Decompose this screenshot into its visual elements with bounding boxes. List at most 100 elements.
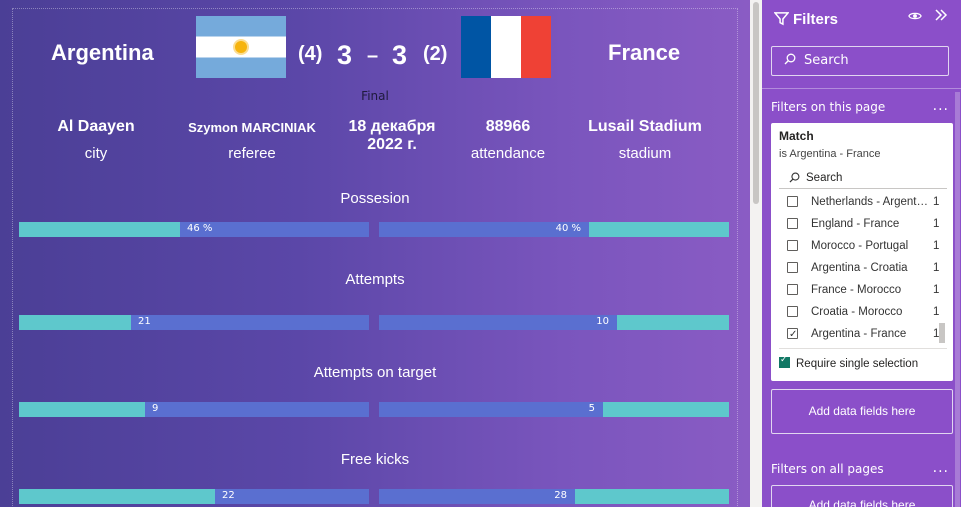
filters-on-all-pages-label: Filters on all pages [771,462,884,476]
away-stat-bar: 40 % [379,222,729,237]
stat-title: Attempts on target [313,364,437,381]
checkbox-checked[interactable] [787,325,798,345]
filter-option[interactable]: Argentina - Croatia 1 [779,258,939,278]
away-stat-fill [575,489,729,504]
filter-option[interactable]: England - France 1 [779,214,939,234]
filter-option[interactable]: Morocco - Portugal 1 [779,236,939,256]
home-penalties: (4) [298,43,323,65]
filters-title: Filters [793,11,839,28]
search-icon [784,53,796,65]
score-dash: – [367,45,379,67]
away-stat-bar: 10 [379,315,729,330]
report-canvas: Argentina (4) 3 – 3 (2) France Final Al … [0,0,750,507]
filter-option-count: 1 [933,218,940,230]
checkbox[interactable] [787,262,798,273]
home-stat-fill [19,402,145,417]
home-score: 3 [337,40,353,70]
info-value: 88966 [485,118,531,135]
info-stadium: Lusail Stadium stadium [580,118,710,162]
away-score: 3 [392,40,408,70]
filter-option-label: Argentina - Croatia [811,262,908,274]
more-options-icon[interactable]: ... [933,460,949,476]
pane-scrollbar[interactable] [955,92,960,507]
filter-option-label: Croatia - Morocco [811,306,903,318]
filter-option-label: England - France [811,218,900,230]
divider [779,348,947,349]
stat-title: Possesion [340,190,410,207]
filter-option-label: Argentina - France [811,328,907,340]
away-stat-fill [589,222,729,237]
filter-option-count: 1 [933,240,940,252]
away-stat-value: 40 % [555,223,581,234]
away-stat-bar: 5 [379,402,729,417]
filters-on-this-page-label: Filters on this page [771,100,886,114]
collapse-icon[interactable] [934,8,948,26]
filters-search-input[interactable]: Search [771,46,949,76]
away-stat-value: 28 [554,490,567,501]
report-scrollbar[interactable] [750,0,762,507]
filter-option[interactable]: France - Morocco 1 [779,280,939,300]
filter-option[interactable]: Netherlands - Argentina 1 [779,192,939,212]
info-label: referee [228,145,276,162]
home-stat-value: 21 [138,316,151,327]
filters-pane: Filters Search Filters on this page ... … [762,0,961,507]
divider [762,88,961,89]
france-flag [461,16,551,78]
away-stat-value: 10 [596,316,609,327]
away-stat-fill [603,402,729,417]
filter-option-label: France - Morocco [811,284,902,296]
info-value: 18 декабря 2022 г. [348,118,436,153]
more-options-icon[interactable]: ... [933,98,949,114]
info-referee: Szymon MARCINIAK referee [176,118,328,162]
filter-option-count: 1 [933,262,940,274]
search-icon [789,172,800,183]
stat-title: Attempts [345,271,405,288]
home-stat-value: 9 [152,403,159,414]
scrollbar-thumb[interactable] [753,2,759,204]
info-attendance: 88966 attendance [458,118,558,162]
filter-card-subtitle: is Argentina - France [779,148,881,160]
filter-option-count: 1 [933,306,940,318]
home-stat-bar: 21 [19,315,369,330]
home-stat-fill [19,315,131,330]
filter-card-search-placeholder: Search [806,172,843,184]
list-scrollbar[interactable] [939,323,945,343]
require-single-label: Require single selection [796,358,919,370]
info-label: stadium [618,145,672,162]
info-city: Al Daayen city [40,118,152,162]
filters-header: Filters [773,11,839,28]
away-penalties: (2) [423,43,448,65]
checkbox[interactable] [787,218,798,229]
filter-option-count: 1 [933,284,940,296]
info-value: Szymon MARCINIAK [188,120,316,135]
match-filter-card[interactable]: Match is Argentina - France Search Nethe… [771,123,953,381]
info-label: attendance [470,145,546,162]
eye-icon[interactable] [908,10,922,26]
filter-option[interactable]: Croatia - Morocco 1 [779,302,939,322]
filter-option-count: 1 [933,196,940,208]
checkbox[interactable] [787,196,798,207]
visual-border [12,8,738,507]
away-stat-bar: 28 [379,489,729,504]
home-team-name: Argentina [51,40,154,65]
checkbox-checked[interactable] [779,354,790,368]
home-stat-bar: 22 [19,489,369,504]
argentina-flag [196,16,286,78]
filter-card-search-input[interactable]: Search [779,167,947,189]
require-single-selection[interactable]: Require single selection [779,354,919,370]
filter-option[interactable]: Argentina - France1 [779,324,939,345]
home-stat-fill [19,489,215,504]
away-stat-fill [617,315,729,330]
sun-icon [235,41,247,53]
checkbox[interactable] [787,306,798,317]
checkbox[interactable] [787,284,798,295]
home-stat-value: 46 % [187,223,213,234]
filter-card-title: Match [779,129,814,143]
add-data-fields-well-all-pages[interactable]: Add data fields here [771,485,953,507]
home-stat-bar: 46 % [19,222,369,237]
add-data-fields-well[interactable]: Add data fields here [771,389,953,434]
stat-title: Free kicks [340,451,410,468]
filter-icon [773,12,790,26]
checkbox[interactable] [787,240,798,251]
home-stat-fill [19,222,180,237]
